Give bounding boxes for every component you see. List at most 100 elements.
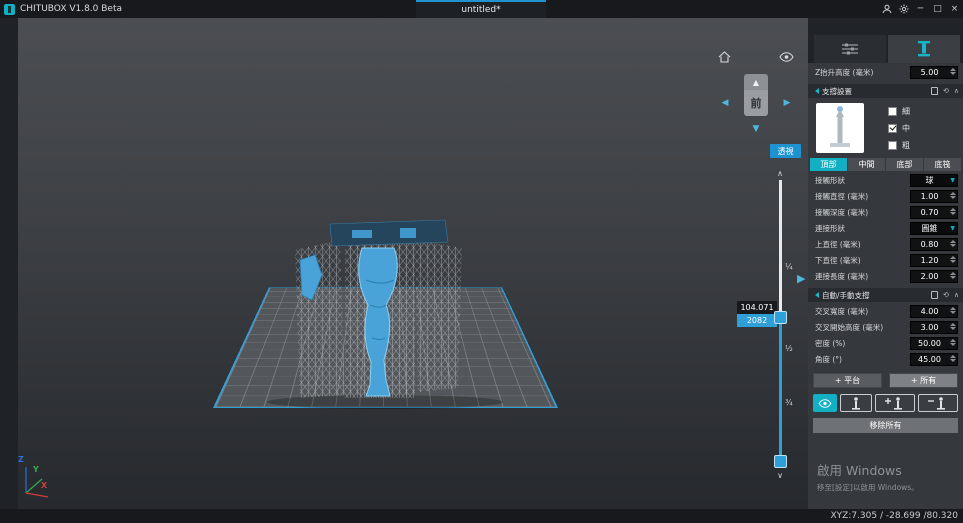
single-support-icon <box>851 397 861 410</box>
status-bar: XYZ:7.305 / -28.699 /80.320 <box>0 509 963 523</box>
option-medium[interactable]: 中 <box>888 122 910 134</box>
support-settings-header[interactable]: 支撐設置 ⟲ ∧ <box>808 84 963 98</box>
section-arrow-icon <box>812 292 819 298</box>
minimize-button[interactable]: ─ <box>912 0 929 18</box>
slider-step-up-icon[interactable]: ∧ <box>773 168 787 178</box>
view-right-arrow[interactable]: ▶ <box>780 94 794 112</box>
cross-width-row: 交叉寬度 (毫米) 4.00 <box>815 305 958 318</box>
export-profile-icon[interactable] <box>931 87 938 95</box>
layer-slider-lower-handle[interactable] <box>774 455 787 468</box>
layer-slider-upper-handle[interactable] <box>774 311 787 324</box>
upper-diameter-input[interactable]: 0.80 <box>910 238 958 251</box>
option-fine[interactable]: 細 <box>888 105 910 117</box>
spinner-icons[interactable] <box>950 240 956 247</box>
close-button[interactable]: × <box>946 0 963 18</box>
density-input[interactable]: 50.00 <box>910 337 958 350</box>
slider-layer-number: 2082 <box>737 314 777 327</box>
lower-diameter-input[interactable]: 1.20 <box>910 254 958 267</box>
angle-row: 角度 (°) 45.00 <box>815 353 958 366</box>
perspective-toggle[interactable]: 透視 <box>770 144 801 158</box>
title-bar: CHITUBOX V1.8.0 Beta untitled* ─ □ × <box>0 0 963 18</box>
connect-length-row: 連接長度 (毫米) 2.00 <box>815 270 958 283</box>
remove-support-icon <box>928 397 948 410</box>
view-left-arrow[interactable]: ◀ <box>718 94 732 112</box>
add-single-support-button[interactable] <box>875 394 915 412</box>
checkbox-fine[interactable] <box>888 107 897 116</box>
section-arrow-icon <box>812 88 819 94</box>
sliders-icon <box>842 43 858 55</box>
home-view-icon[interactable] <box>716 49 732 65</box>
support-part-tabs: 頂部 中間 底部 底筏 <box>810 158 961 171</box>
lower-diameter-row: 下直徑 (毫米) 1.20 <box>815 254 958 267</box>
z-lift-row: Z抬升高度 (毫米) 5.00 <box>815 66 958 79</box>
chevron-down-icon: ▼ <box>950 177 955 184</box>
contact-shape-select[interactable]: 球▼ <box>910 174 958 187</box>
windows-activation-watermark: 啟用 Windows 移至[設定]以啟用 Windows。 <box>817 460 919 493</box>
spinner-icons[interactable] <box>950 272 956 279</box>
settings-gear-icon[interactable] <box>895 0 912 18</box>
axis-gizmo: Z Y X <box>18 455 78 501</box>
reset-icon[interactable]: ⟲ <box>943 87 949 95</box>
add-all-supports-button[interactable]: + 所有 <box>889 373 958 388</box>
axis-y-label: Y <box>33 465 39 474</box>
toggle-supports-visibility-button[interactable] <box>813 394 837 412</box>
app-logo-icon <box>4 4 15 15</box>
visibility-eye-icon[interactable] <box>777 49 795 65</box>
spinner-icons[interactable] <box>950 339 956 346</box>
tab-raft[interactable]: 底筏 <box>924 158 961 171</box>
delete-single-support-button[interactable] <box>918 394 958 412</box>
view-cube-front[interactable]: 前 <box>744 90 768 116</box>
connect-shape-row: 連接形狀 圓錐▼ <box>815 222 958 235</box>
tab-top[interactable]: 頂部 <box>810 158 847 171</box>
user-account-icon[interactable] <box>878 0 895 18</box>
viewport-3d[interactable]: ▲ 前 ▼ ◀ ▶ 透視 ∧ ¼ ½ ¾ 104.071 2082 ∨ ▶ Z … <box>18 18 808 509</box>
add-platform-supports-button[interactable]: + 平台 <box>813 373 882 388</box>
support-pillar-icon <box>917 41 931 57</box>
cursor-xyz-readout: XYZ:7.305 / -28.699 /80.320 <box>830 511 958 521</box>
panel-expand-arrow[interactable]: ▶ <box>797 272 805 285</box>
connect-length-input[interactable]: 2.00 <box>910 270 958 283</box>
contact-diameter-input[interactable]: 1.00 <box>910 190 958 203</box>
spinner-icons[interactable] <box>950 355 956 362</box>
spinner-icons[interactable] <box>950 323 956 330</box>
view-up-arrow[interactable]: ▲ <box>744 74 768 90</box>
collapse-section-icon[interactable]: ∧ <box>954 291 959 299</box>
maximize-button[interactable]: □ <box>929 0 946 18</box>
support-tool-buttons <box>813 394 958 412</box>
z-lift-input[interactable]: 5.00 <box>910 66 958 79</box>
export-profile-icon[interactable] <box>931 291 938 299</box>
slider-step-down-icon[interactable]: ∨ <box>773 470 787 480</box>
tab-middle[interactable]: 中間 <box>848 158 885 171</box>
auto-manual-support-header[interactable]: 自動/手動支撐 ⟲ ∧ <box>808 288 963 302</box>
checkbox-coarse[interactable] <box>888 141 897 150</box>
spinner-icons[interactable] <box>950 68 956 75</box>
contact-shape-row: 接觸形狀 球▼ <box>815 174 958 187</box>
spinner-icons[interactable] <box>950 256 956 263</box>
tab-print-settings[interactable] <box>814 35 886 63</box>
spinner-icons[interactable] <box>950 208 956 215</box>
model-with-supports[interactable] <box>18 18 808 509</box>
edit-support-button[interactable] <box>840 394 872 412</box>
cross-width-input[interactable]: 4.00 <box>910 305 958 318</box>
layer-slider-tooltip: 104.071 2082 <box>737 301 777 327</box>
support-density-options: 細 中 粗 <box>888 103 910 153</box>
add-support-buttons: + 平台 + 所有 <box>813 373 958 388</box>
support-preview-image <box>816 103 864 153</box>
angle-input[interactable]: 45.00 <box>910 353 958 366</box>
spinner-icons[interactable] <box>950 192 956 199</box>
remove-all-supports-button[interactable]: 移除所有 <box>813 418 958 433</box>
connect-shape-select[interactable]: 圓錐▼ <box>910 222 958 235</box>
option-coarse[interactable]: 粗 <box>888 139 910 151</box>
support-preview-block: 細 中 粗 <box>816 103 955 153</box>
view-down-arrow[interactable]: ▼ <box>744 122 768 136</box>
tab-bottom[interactable]: 底部 <box>886 158 923 171</box>
contact-depth-input[interactable]: 0.70 <box>910 206 958 219</box>
tab-support-settings[interactable] <box>888 35 960 63</box>
collapse-section-icon[interactable]: ∧ <box>954 87 959 95</box>
reset-icon[interactable]: ⟲ <box>943 291 949 299</box>
slider-mark-half: ½ <box>785 344 793 353</box>
cross-start-height-input[interactable]: 3.00 <box>910 321 958 334</box>
spinner-icons[interactable] <box>950 307 956 314</box>
contact-depth-row: 接觸深度 (毫米) 0.70 <box>815 206 958 219</box>
checkbox-medium[interactable] <box>888 124 897 133</box>
